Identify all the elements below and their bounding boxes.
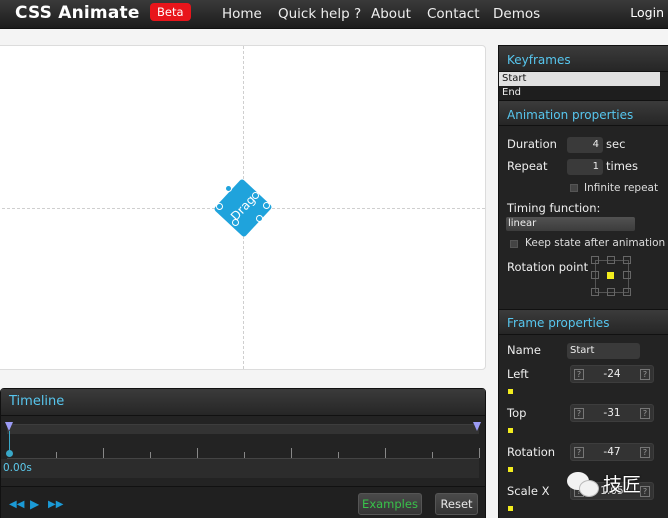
top-increment-icon[interactable]: ? [640,408,650,419]
timing-function-select[interactable]: linear [506,217,635,231]
keyframes-list: Start End [499,72,668,100]
nav-home[interactable]: Home [222,6,262,22]
duration-unit: sec [606,137,626,151]
infinite-repeat-checkbox[interactable] [570,184,578,192]
rotation-point-bottom-right[interactable] [623,288,631,296]
rewind-icon[interactable]: ◀◀ [9,499,24,510]
keyframe-track[interactable] [7,424,479,434]
top-navbar: CSS Animate Beta Home Quick help ? About… [0,0,668,29]
rotation-point-right[interactable] [623,271,631,279]
timeline-tick [291,448,292,458]
rotation-point-top-left[interactable] [591,256,599,264]
fast-forward-icon[interactable]: ▶▶ [48,499,63,510]
watermark-text: 技匠 [603,474,642,496]
left-label: Left [507,367,529,381]
top-input[interactable]: ? -31 ? [570,404,654,422]
rotation-point-center[interactable] [607,272,614,279]
repeat-input[interactable]: 1 [567,159,603,175]
infinite-repeat-label: Infinite repeat [584,182,659,194]
examples-button[interactable]: Examples [358,493,422,515]
left-increment-icon[interactable]: ? [640,369,650,380]
repeat-label: Repeat [507,159,548,173]
current-time: 0.00s [3,462,32,474]
rotation-point-top-right[interactable] [623,256,631,264]
nav-about[interactable]: About [371,6,411,22]
resize-handle[interactable] [263,202,270,209]
frame-properties-title: Frame properties [499,309,668,335]
resize-handle[interactable] [232,219,239,226]
timeline-tick [385,448,386,458]
repeat-unit: times [606,159,638,173]
keyframe-item-end[interactable]: End [499,86,660,100]
scale-x-keyframe-marker [508,506,513,511]
animation-stage[interactable]: Drag [0,45,486,370]
rotation-increment-icon[interactable]: ? [640,447,650,458]
chat-bubble-icon [579,480,599,497]
name-label: Name [507,343,541,357]
beta-badge: Beta [150,3,191,21]
resize-handle[interactable] [225,185,232,192]
rotation-point-left[interactable] [591,271,599,279]
keyframes-title: Keyframes [499,46,668,72]
timeline-tick [479,448,480,458]
left-input[interactable]: ? -24 ? [570,365,654,383]
scale-x-label: Scale X [507,484,550,498]
duration-label: Duration [507,137,557,151]
resize-handle[interactable] [216,203,223,210]
frame-name-input[interactable]: Start [567,343,640,359]
reset-button[interactable]: Reset [435,493,478,515]
nav-quick-help[interactable]: Quick help ? [278,6,361,22]
resize-handle[interactable] [252,192,259,199]
rotation-label: Rotation [507,445,556,459]
rotation-input[interactable]: ? -47 ? [570,443,654,461]
rotation-point-bottom[interactable] [607,288,615,296]
timeline-tick [197,448,198,458]
top-keyframe-marker [508,428,513,433]
resize-handle[interactable] [256,215,263,222]
rotation-point-bottom-left[interactable] [591,288,599,296]
duration-input[interactable]: 4 [567,137,603,153]
login-link[interactable]: Login [630,5,664,20]
watermark: 技匠 [565,470,665,500]
nav-contact[interactable]: Contact [427,6,480,22]
keep-state-checkbox[interactable] [510,240,518,248]
left-keyframe-marker [508,389,513,394]
nav-demos[interactable]: Demos [493,6,540,22]
timeline-tick [103,448,104,458]
timeline-panel: Timeline 0.00s ◀◀ ▶ ▶▶ Examples Reset [0,388,486,518]
play-icon[interactable]: ▶ [30,497,39,511]
top-label: Top [507,406,527,420]
rotation-keyframe-marker [508,467,513,472]
playhead-handle[interactable] [6,450,13,457]
rotation-point-top[interactable] [607,256,615,264]
animation-properties-title: Animation properties [499,100,668,126]
time-row [1,459,479,478]
brand-logo[interactable]: CSS Animate [15,3,140,23]
timeline-title: Timeline [1,389,485,416]
timing-function-label: Timing function: [507,201,601,215]
rotation-point-label: Rotation point [507,260,589,274]
keep-state-label: Keep state after animation [525,237,666,249]
keyframe-item-start[interactable]: Start [499,72,660,86]
